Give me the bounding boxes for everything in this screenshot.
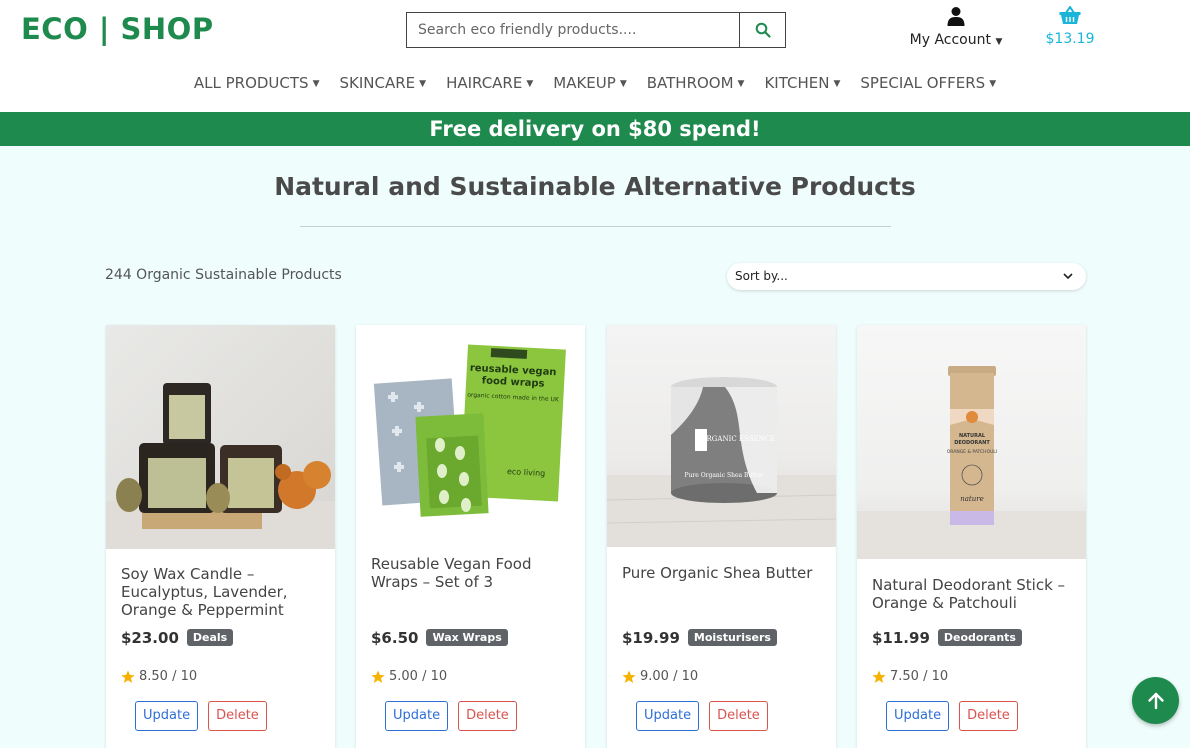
product-image[interactable]: NATURAL DEODORANT ORANGE & PATCHOULI nat… bbox=[857, 325, 1086, 559]
nav-makeup[interactable]: MAKEUP ▼ bbox=[543, 74, 636, 92]
svg-text:nature: nature bbox=[960, 495, 984, 503]
product-rating: 9.00 / 10 bbox=[622, 669, 698, 684]
product-image[interactable] bbox=[106, 325, 335, 549]
product-name[interactable]: Reusable Vegan Food Wraps – Set of 3 bbox=[371, 555, 576, 591]
delete-button[interactable]: Delete bbox=[959, 701, 1018, 731]
svg-text:NATURAL: NATURAL bbox=[959, 433, 986, 439]
product-image[interactable]: ORGANIC ESSENCE Pure Organic Shea Butter bbox=[607, 325, 836, 547]
product-rating: 5.00 / 10 bbox=[371, 669, 447, 684]
site-logo[interactable]: ECO | SHOP bbox=[21, 12, 214, 46]
svg-text:DEODORANT: DEODORANT bbox=[954, 440, 990, 446]
delete-button[interactable]: Delete bbox=[208, 701, 267, 731]
product-price: $19.99 Moisturisers bbox=[622, 629, 777, 647]
search-input[interactable] bbox=[407, 13, 739, 47]
search-button[interactable] bbox=[739, 13, 785, 47]
delete-button[interactable]: Delete bbox=[709, 701, 768, 731]
nav-label: ALL PRODUCTS bbox=[193, 74, 309, 92]
search-bar bbox=[406, 12, 786, 48]
category-badge[interactable]: Moisturisers bbox=[687, 629, 777, 646]
arrow-up-icon bbox=[1147, 692, 1164, 709]
category-badge[interactable]: Deodorants bbox=[937, 629, 1022, 646]
rating-value: 8.50 / 10 bbox=[139, 669, 198, 684]
product-card: ORGANIC ESSENCE Pure Organic Shea Butter… bbox=[607, 325, 836, 748]
nav-label: KITCHEN bbox=[764, 74, 830, 92]
nav-label: SKINCARE bbox=[339, 74, 416, 92]
update-button[interactable]: Update bbox=[135, 701, 199, 731]
nav-special-offers[interactable]: SPECIAL OFFERS ▼ bbox=[850, 74, 1006, 92]
svg-text:ORANGE & PATCHOULI: ORANGE & PATCHOULI bbox=[947, 449, 997, 455]
product-card: NATURAL DEODORANT ORANGE & PATCHOULI nat… bbox=[857, 325, 1086, 748]
site-header: ECO | SHOP My Account ▼ $13.19 ALL PRODU… bbox=[0, 0, 1190, 112]
category-badge[interactable]: Deals bbox=[186, 629, 234, 646]
product-price: $23.00 Deals bbox=[121, 629, 234, 647]
star-icon bbox=[371, 670, 385, 683]
basket-icon bbox=[1059, 5, 1081, 24]
price-value: $23.00 bbox=[121, 629, 179, 647]
shopping-basket[interactable]: $13.19 bbox=[1040, 5, 1100, 47]
svg-text:ORGANIC ESSENCE: ORGANIC ESSENCE bbox=[701, 435, 775, 443]
search-icon bbox=[755, 22, 771, 38]
sort-selected-label: Sort by... bbox=[735, 269, 788, 283]
caret-down-icon: ▼ bbox=[737, 78, 745, 89]
my-account-menu[interactable]: My Account ▼ bbox=[901, 6, 1011, 48]
svg-text:Pure Organic Shea Butter: Pure Organic Shea Butter bbox=[684, 472, 763, 479]
nav-all-products[interactable]: ALL PRODUCTS ▼ bbox=[184, 74, 330, 92]
update-button[interactable]: Update bbox=[886, 701, 950, 731]
category-badge[interactable]: Wax Wraps bbox=[426, 629, 508, 646]
star-icon bbox=[872, 670, 886, 683]
back-to-top-button[interactable] bbox=[1132, 677, 1179, 724]
caret-down-icon: ▼ bbox=[619, 78, 627, 89]
nav-label: MAKEUP bbox=[553, 74, 616, 92]
rating-value: 5.00 / 10 bbox=[389, 669, 448, 684]
product-card: Soy Wax Candle – Eucalyptus, Lavender, O… bbox=[106, 325, 335, 748]
price-value: $6.50 bbox=[371, 629, 419, 647]
product-rating: 8.50 / 10 bbox=[121, 669, 197, 684]
product-price: $11.99 Deodorants bbox=[872, 629, 1022, 647]
nav-kitchen[interactable]: KITCHEN ▼ bbox=[754, 74, 850, 92]
delivery-banner: Free delivery on $80 spend! bbox=[0, 112, 1190, 146]
nav-label: SPECIAL OFFERS bbox=[860, 74, 986, 92]
star-icon bbox=[121, 670, 135, 683]
caret-down-icon: ▼ bbox=[312, 78, 320, 89]
caret-down-icon: ▼ bbox=[526, 78, 534, 89]
product-rating: 7.50 / 10 bbox=[872, 669, 948, 684]
rating-value: 7.50 / 10 bbox=[890, 669, 949, 684]
nav-skincare[interactable]: SKINCARE ▼ bbox=[330, 74, 437, 92]
update-button[interactable]: Update bbox=[636, 701, 700, 731]
caret-down-icon: ▼ bbox=[995, 37, 1003, 47]
basket-total: $13.19 bbox=[1045, 31, 1095, 47]
product-card: reusable vegan food wraps organic cotton… bbox=[356, 325, 585, 748]
delete-button[interactable]: Delete bbox=[458, 701, 517, 731]
product-name[interactable]: Pure Organic Shea Butter bbox=[622, 564, 827, 582]
rating-value: 9.00 / 10 bbox=[640, 669, 699, 684]
caret-down-icon: ▼ bbox=[833, 78, 841, 89]
product-name[interactable]: Natural Deodorant Stick – Orange & Patch… bbox=[872, 576, 1077, 612]
nav-label: HAIRCARE bbox=[446, 74, 523, 92]
user-icon bbox=[947, 7, 965, 26]
nav-bathroom[interactable]: BATHROOM ▼ bbox=[637, 74, 755, 92]
caret-down-icon: ▼ bbox=[419, 78, 427, 89]
product-count: 244 Organic Sustainable Products bbox=[105, 267, 342, 283]
sort-select[interactable]: Sort by... bbox=[727, 263, 1086, 290]
title-divider bbox=[300, 226, 891, 227]
update-button[interactable]: Update bbox=[385, 701, 449, 731]
product-image[interactable]: reusable vegan food wraps organic cotton… bbox=[356, 325, 585, 537]
chevron-down-icon bbox=[1062, 263, 1074, 300]
price-value: $11.99 bbox=[872, 629, 930, 647]
star-icon bbox=[622, 670, 636, 683]
nav-label: BATHROOM bbox=[646, 74, 734, 92]
my-account-label: My Account bbox=[909, 32, 991, 48]
nav-haircare[interactable]: HAIRCARE ▼ bbox=[436, 74, 543, 92]
page-title: Natural and Sustainable Alternative Prod… bbox=[274, 172, 916, 201]
caret-down-icon: ▼ bbox=[989, 78, 997, 89]
main-nav: ALL PRODUCTS ▼ SKINCARE ▼ HAIRCARE ▼ MAKEUP… bbox=[0, 74, 1190, 92]
price-value: $19.99 bbox=[622, 629, 680, 647]
product-price: $6.50 Wax Wraps bbox=[371, 629, 508, 647]
product-name[interactable]: Soy Wax Candle – Eucalyptus, Lavender, O… bbox=[121, 565, 326, 619]
